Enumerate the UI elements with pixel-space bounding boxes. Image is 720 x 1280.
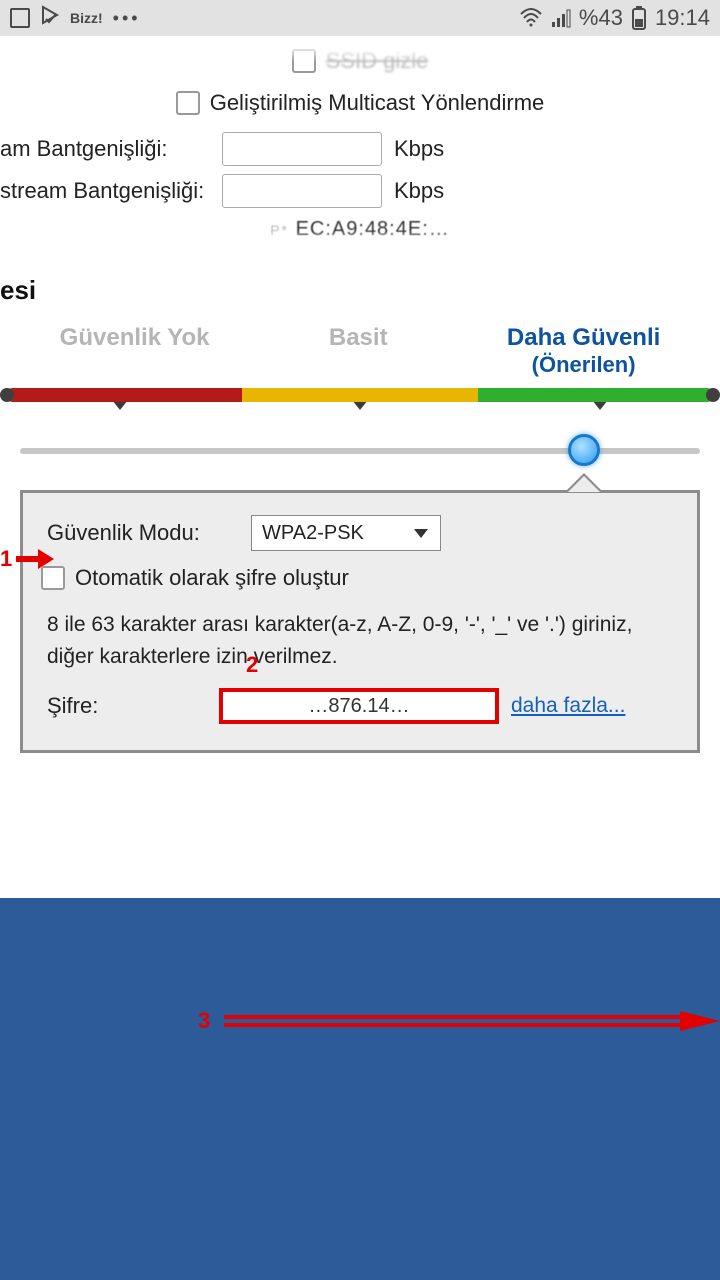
more-notifications-icon: ••• [113, 8, 141, 29]
hidden-ssid-row: SSID gizle [0, 48, 720, 74]
gallery-icon [10, 8, 30, 28]
slider-knob[interactable] [568, 434, 600, 466]
strength-cap-left [0, 388, 14, 402]
password-value: …876.14… [308, 695, 409, 718]
arrow-right-long-icon [224, 1011, 720, 1031]
annotation-1-number: 1 [0, 546, 12, 572]
clock: 19:14 [655, 5, 710, 31]
status-right: %43 19:14 [519, 5, 710, 31]
notification-bizz: Bizz! [70, 10, 103, 26]
auto-generate-row: Otomatik olarak şifre oluştur [41, 565, 673, 591]
password-input[interactable]: …876.14… [219, 688, 499, 724]
password-row: Şifre: …876.14… daha fazla... [47, 688, 673, 724]
panel-pointer-icon [568, 476, 600, 492]
hidden-ssid-checkbox[interactable] [292, 49, 316, 73]
multicast-row: Geliştirilmiş Multicast Yönlendirme [0, 90, 720, 116]
security-mode-select[interactable]: WPA2-PSK [251, 515, 441, 551]
downstream-bandwidth-unit: Kbps [394, 178, 444, 204]
security-panel: Güvenlik Modu: WPA2-PSK Otomatik olarak … [20, 490, 700, 753]
tab-no-security[interactable]: Güvenlik Yok [60, 324, 210, 378]
tab-more-secure[interactable]: Daha Güvenli (Önerilen) [507, 324, 660, 378]
annotation-1: 1 [0, 546, 52, 572]
tab-more-secure-line2: (Önerilen) [507, 352, 660, 378]
security-mode-row: Güvenlik Modu: WPA2-PSK [47, 515, 673, 551]
annotation-2: 2 [246, 652, 258, 678]
status-bar: Bizz! ••• %43 19:14 [0, 0, 720, 36]
multicast-checkbox[interactable] [176, 91, 200, 115]
settings-form-top: SSID gizle Geliştirilmiş Multicast Yönle… [0, 36, 720, 241]
battery-icon [631, 6, 647, 30]
hidden-ssid-label: SSID gizle [326, 48, 429, 74]
security-slider[interactable] [20, 432, 700, 472]
status-left: Bizz! ••• [10, 5, 141, 31]
strength-segment-weak [6, 388, 242, 402]
strength-cap-right [706, 388, 720, 402]
bottom-panel: 3 [0, 898, 720, 1280]
security-tabs: Güvenlik Yok Basit Daha Güvenli (Önerile… [0, 324, 720, 378]
security-mode-value: WPA2-PSK [262, 522, 364, 545]
password-hint: 8 ile 63 karakter arası karakter(a-z, A-… [47, 609, 673, 672]
battery-percent: %43 [579, 5, 623, 31]
annotation-3-number: 3 [198, 1008, 210, 1034]
security-mode-label: Güvenlik Modu: [47, 520, 237, 546]
more-link[interactable]: daha fazla... [511, 694, 625, 718]
strength-segment-medium [242, 388, 478, 402]
upstream-bandwidth-label: am Bantgenişliği: [0, 136, 210, 162]
security-strength-bar [0, 388, 720, 410]
password-label: Şifre: [47, 693, 207, 719]
signal-icon [551, 8, 571, 28]
arrow-right-icon [14, 547, 52, 571]
upstream-bandwidth-input[interactable] [222, 132, 382, 166]
downstream-bandwidth-input[interactable] [222, 174, 382, 208]
tab-more-secure-line1: Daha Güvenli [507, 324, 660, 351]
section-title: esi [0, 275, 720, 306]
multicast-label: Geliştirilmiş Multicast Yönlendirme [210, 90, 545, 116]
chevron-down-icon [412, 524, 430, 548]
play-store-icon [40, 5, 60, 31]
wifi-icon [519, 8, 543, 28]
upstream-bandwidth-unit: Kbps [394, 136, 444, 162]
downstream-bandwidth-label: stream Bantgenişliği: [0, 178, 210, 204]
strength-segment-strong [478, 388, 714, 402]
auto-generate-label: Otomatik olarak şifre oluştur [75, 565, 349, 591]
tab-basic[interactable]: Basit [329, 324, 388, 378]
downstream-bandwidth-row: stream Bantgenişliği: Kbps [0, 174, 720, 208]
mac-address: P* EC:A9:48:4E:… [0, 218, 720, 241]
annotation-2-number: 2 [246, 652, 258, 677]
annotation-3: 3 [198, 1008, 720, 1034]
upstream-bandwidth-row: am Bantgenişliği: Kbps [0, 132, 720, 166]
